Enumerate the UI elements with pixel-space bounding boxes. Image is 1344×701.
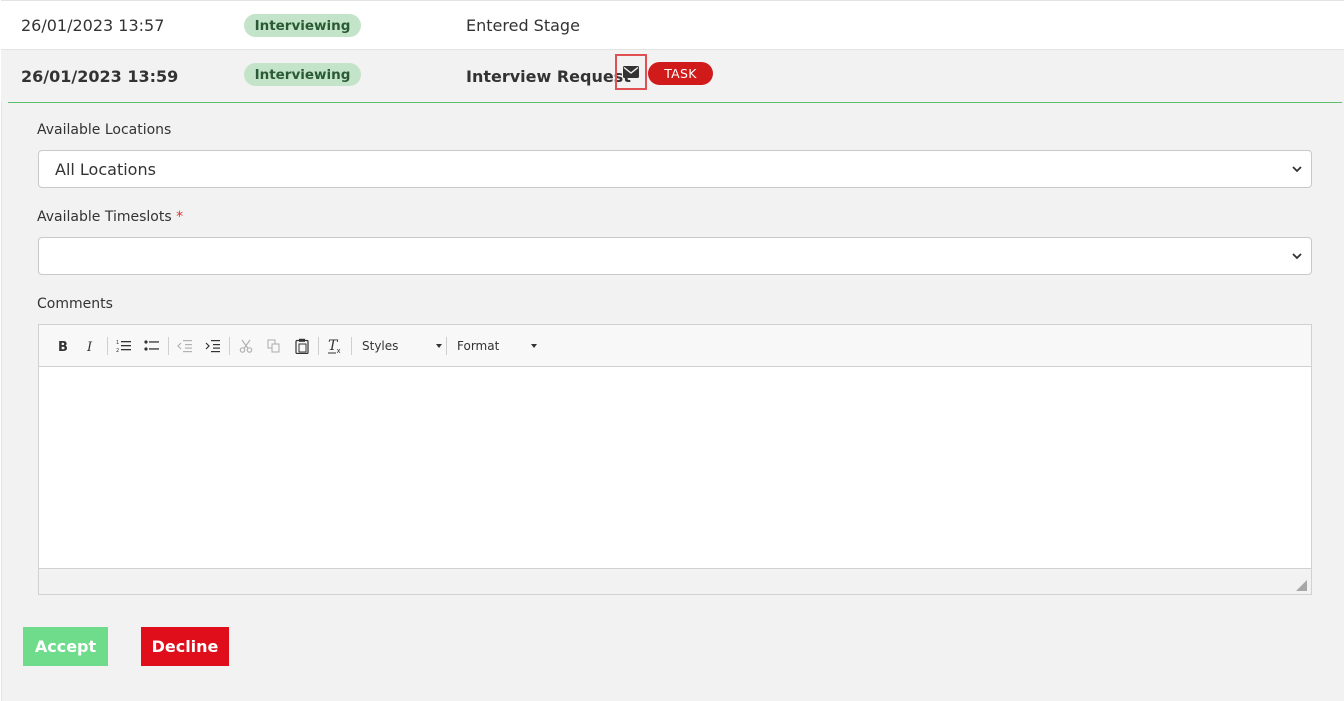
history-row-entered-stage: 26/01/2023 13:57 Interviewing Entered St… xyxy=(1,0,1344,50)
history-event: Entered Stage xyxy=(466,15,580,35)
interview-request-panel: Available Locations All Locations Availa… xyxy=(1,102,1344,701)
toolbar-separator xyxy=(318,336,319,355)
indent-icon xyxy=(205,339,220,352)
mail-icon xyxy=(623,66,639,78)
cut-icon xyxy=(239,339,253,353)
timeslots-select[interactable] xyxy=(38,237,1312,275)
accept-button[interactable]: Accept xyxy=(23,627,108,666)
caret-down-icon xyxy=(436,343,442,348)
required-marker: * xyxy=(176,209,184,225)
timeslots-label-text: Available Timeslots xyxy=(37,209,172,225)
clear-format-button[interactable]: T x xyxy=(323,334,347,358)
comments-label: Comments xyxy=(37,296,113,312)
editor-status-bar xyxy=(39,568,1311,594)
locations-selected-value: All Locations xyxy=(55,159,156,179)
bulleted-list-button[interactable] xyxy=(140,334,164,358)
locations-select[interactable]: All Locations xyxy=(38,150,1312,188)
history-event: Interview Request xyxy=(466,66,631,86)
svg-text:1: 1 xyxy=(116,340,119,346)
clear-format-icon: T x xyxy=(328,338,341,354)
format-label: Format xyxy=(457,338,500,353)
indent-button[interactable] xyxy=(201,334,225,358)
toolbar-separator xyxy=(168,336,169,355)
cut-button[interactable] xyxy=(234,334,258,358)
email-button[interactable] xyxy=(615,54,647,90)
svg-text:x: x xyxy=(337,347,341,354)
history-date: 26/01/2023 13:57 xyxy=(21,15,165,35)
chevron-down-icon xyxy=(1292,166,1302,173)
paste-icon xyxy=(295,338,309,354)
copy-button[interactable] xyxy=(262,334,286,358)
decline-button[interactable]: Decline xyxy=(141,627,229,666)
toolbar-separator xyxy=(229,336,230,355)
stage-badge: Interviewing xyxy=(244,14,361,37)
comments-editor: B I 1 2 T x Styles Format xyxy=(38,324,1312,595)
toolbar-separator xyxy=(351,336,352,355)
toolbar-separator xyxy=(107,336,108,355)
chevron-down-icon xyxy=(1292,253,1302,260)
stage-badge: Interviewing xyxy=(244,63,361,86)
history-row-interview-request[interactable]: 26/01/2023 13:59 Interviewing Interview … xyxy=(1,50,1344,102)
bold-icon: B xyxy=(58,340,68,353)
toolbar-separator xyxy=(446,336,447,355)
bold-button[interactable]: B xyxy=(51,334,75,358)
outdent-icon xyxy=(177,339,192,352)
styles-dropdown[interactable]: Styles xyxy=(362,339,442,353)
numbered-list-icon: 1 2 xyxy=(116,340,131,353)
divider xyxy=(8,102,1342,103)
paste-button[interactable] xyxy=(290,334,314,358)
outdent-button[interactable] xyxy=(173,334,197,358)
bulleted-list-icon xyxy=(144,339,159,351)
comments-textarea[interactable] xyxy=(39,367,1311,568)
svg-text:2: 2 xyxy=(116,348,119,353)
history-date: 26/01/2023 13:59 xyxy=(21,66,179,86)
resize-grip-icon[interactable] xyxy=(1296,580,1307,591)
editor-toolbar: B I 1 2 T x Styles Format xyxy=(39,325,1311,367)
locations-label: Available Locations xyxy=(37,122,172,138)
styles-label: Styles xyxy=(362,338,399,353)
copy-icon xyxy=(267,338,280,353)
italic-button[interactable]: I xyxy=(79,334,103,358)
italic-icon: I xyxy=(86,340,93,353)
format-dropdown[interactable]: Format xyxy=(457,339,537,353)
task-badge: TASK xyxy=(648,62,713,85)
caret-down-icon xyxy=(531,343,537,348)
timeslots-label: Available Timeslots * xyxy=(37,209,183,225)
svg-text:B: B xyxy=(58,340,68,353)
numbered-list-button[interactable]: 1 2 xyxy=(112,334,136,358)
svg-text:I: I xyxy=(86,340,93,353)
